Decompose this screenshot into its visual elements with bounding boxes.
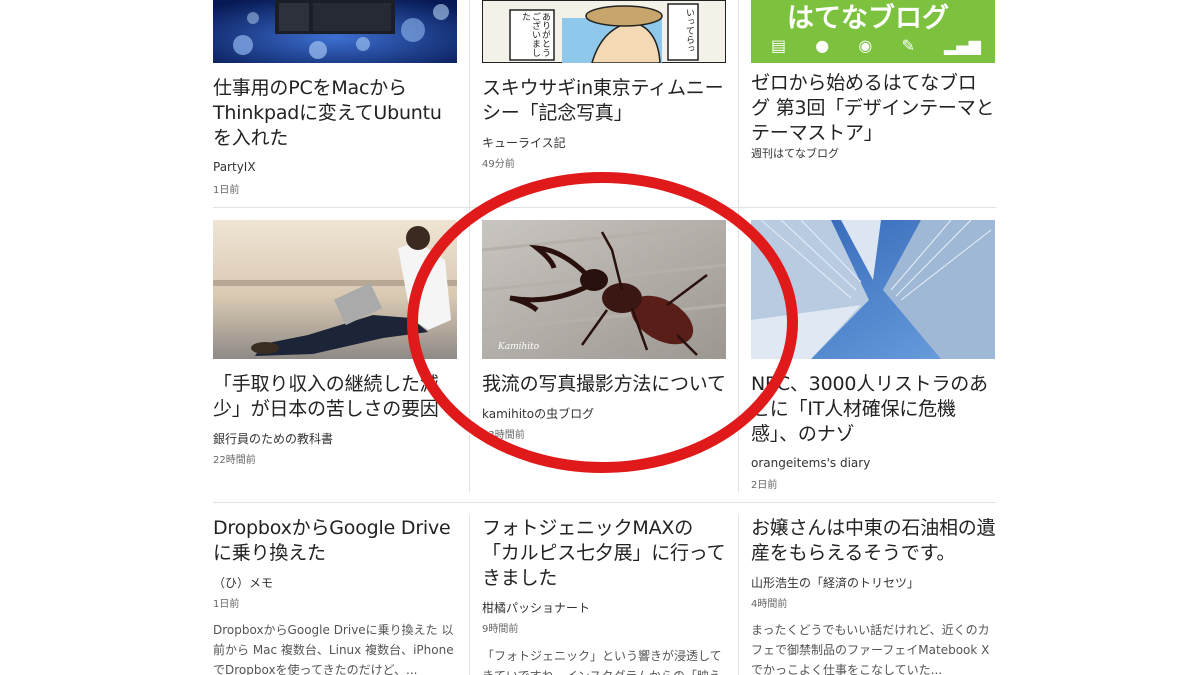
column-divider bbox=[469, 515, 470, 675]
article-time: 9時間前 bbox=[482, 624, 519, 635]
article-title[interactable]: 仕事用のPCをMacからThinkpadに変えてUbuntuを入れた bbox=[213, 76, 459, 151]
article-time: 1日前 bbox=[213, 599, 240, 610]
photo-watermark: Kamihito bbox=[498, 342, 540, 352]
icon-row: ▤ ● ◉ ✎ ▂▄▆ bbox=[771, 36, 981, 55]
article-time: 2日前 bbox=[751, 480, 778, 491]
article-thumbnail[interactable] bbox=[213, 0, 457, 63]
article-source[interactable]: PartyIX bbox=[213, 160, 256, 174]
hatena-logo-text: はてなブログ bbox=[787, 3, 949, 34]
article-source[interactable]: キューライス記 bbox=[482, 134, 566, 151]
document-icon: ▤ bbox=[771, 36, 787, 55]
article-thumbnail[interactable]: Kamihito bbox=[482, 220, 726, 359]
article-excerpt: まったくどうでもいい話だけれど、近くのカフェで御禁制品のファーフェイMatebo… bbox=[751, 623, 990, 675]
article-thumbnail[interactable] bbox=[751, 220, 995, 359]
article-title[interactable]: フォトジェニックMAXの「カルピス七夕展」に行ってきました bbox=[482, 516, 730, 591]
row-divider bbox=[213, 502, 996, 503]
article-time: 4時間前 bbox=[751, 599, 788, 610]
article-time: 23時間前 bbox=[482, 430, 525, 441]
article-source[interactable]: kamihitoの虫ブログ bbox=[482, 405, 594, 422]
column-divider bbox=[738, 515, 739, 675]
article-thumbnail[interactable]: ありがとうございました いってらっ bbox=[482, 0, 726, 63]
article-title[interactable]: スキウサギin東京ティムニーシー「記念写真」 bbox=[482, 76, 726, 126]
article-time: 22時間前 bbox=[213, 455, 256, 466]
palette-icon: ● bbox=[815, 36, 830, 55]
article-source[interactable]: orangeitems's diary bbox=[751, 456, 870, 470]
article-title[interactable]: DropboxからGoogle Driveに乗り換えた bbox=[213, 516, 461, 566]
article-title[interactable]: 我流の写真撮影方法について bbox=[482, 372, 726, 397]
article-title[interactable]: お嬢さんは中東の石油相の遺産をもらえるそうです。 bbox=[751, 516, 1001, 566]
article-source[interactable]: 山形浩生の「経済のトリセツ」 bbox=[751, 574, 919, 591]
signal-icon: ▂▄▆ bbox=[944, 36, 981, 55]
article-source[interactable]: 柑橘パッショナート bbox=[482, 599, 590, 616]
article-excerpt: DropboxからGoogle Driveに乗り換えた 以前から Mac 複数台… bbox=[213, 623, 454, 675]
article-excerpt: 「フォトジェニック」という響きが浸透してきていですね。インスタグラムからの「映え bbox=[482, 649, 722, 675]
edit-icon: ✎ bbox=[901, 36, 915, 55]
article-thumbnail[interactable] bbox=[213, 220, 457, 359]
article-source[interactable]: 銀行員のための教科書 bbox=[213, 430, 333, 447]
speech-bubble-text: いってらっ bbox=[684, 8, 694, 53]
row-divider bbox=[213, 207, 996, 208]
article-source[interactable]: （ひ）メモ bbox=[213, 574, 273, 591]
speech-bubble-text: ありがとうございました bbox=[520, 12, 550, 57]
column-divider bbox=[469, 0, 470, 492]
article-thumbnail[interactable]: はてなブログ ▤ ● ◉ ✎ ▂▄▆ bbox=[751, 0, 995, 63]
article-title[interactable]: NEC、3000人リストラのあとに「IT人材確保に危機感」、のナゾ bbox=[751, 372, 1001, 447]
article-title[interactable]: ゼロから始めるはてなブログ 第3回「デザインテーマとテーマストア」 bbox=[751, 71, 995, 146]
article-title[interactable]: 「手取り収入の継続した減少」が日本の苦しさの要因 bbox=[213, 372, 453, 422]
article-time: 1日前 bbox=[213, 185, 240, 196]
column-divider bbox=[738, 0, 739, 492]
user-icon: ◉ bbox=[858, 36, 873, 55]
article-source[interactable]: 週刊はてなブログ bbox=[751, 145, 839, 161]
article-time: 49分前 bbox=[482, 159, 515, 170]
